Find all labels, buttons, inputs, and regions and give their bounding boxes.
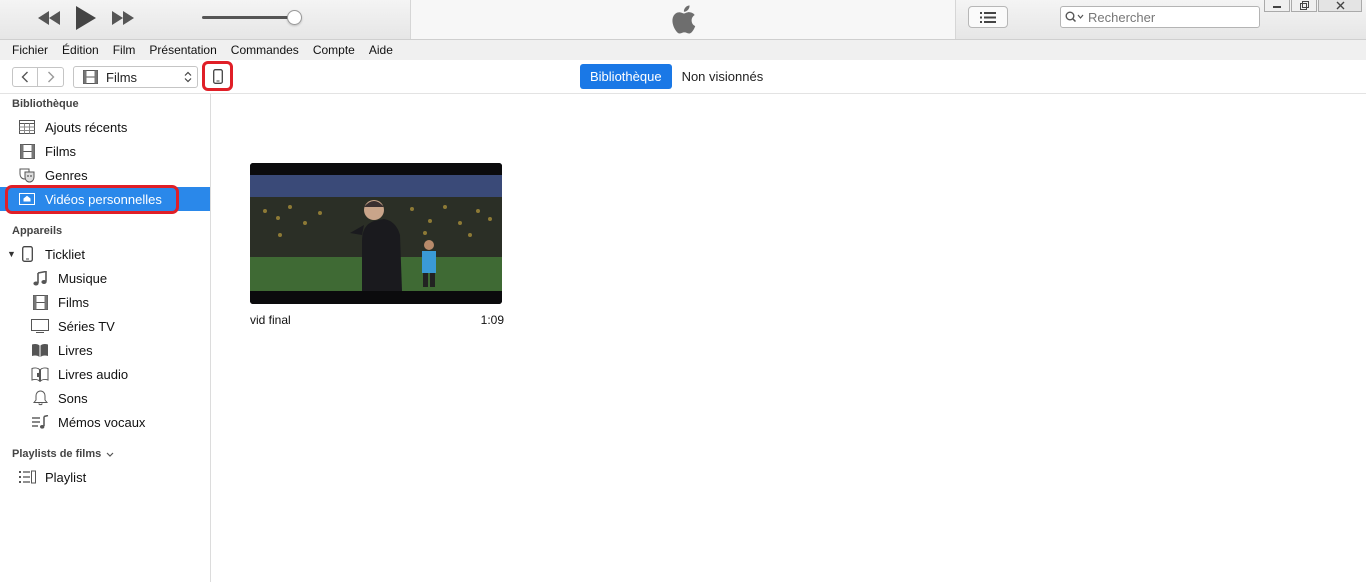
menu-edition[interactable]: Édition bbox=[62, 43, 99, 57]
sidebar-item-device-tv[interactable]: Séries TV bbox=[0, 314, 210, 338]
sidebar-item-label: Sons bbox=[58, 390, 88, 406]
close-button[interactable] bbox=[1318, 0, 1362, 12]
tab-bibliotheque[interactable]: Bibliothèque bbox=[580, 64, 672, 89]
book-icon bbox=[31, 341, 49, 359]
sidebar-item-label: Genres bbox=[45, 167, 88, 183]
section-header-library: Bibliothèque bbox=[12, 98, 79, 110]
tv-icon bbox=[31, 317, 49, 335]
apple-logo-icon bbox=[672, 5, 696, 34]
film-icon bbox=[31, 293, 49, 311]
volume-slider[interactable] bbox=[202, 10, 302, 25]
sidebar-item-recent[interactable]: Ajouts récents bbox=[0, 115, 210, 139]
playlist-icon bbox=[18, 468, 36, 486]
play-button[interactable] bbox=[76, 6, 96, 30]
updown-arrows-icon bbox=[184, 71, 192, 83]
video-title: vid final bbox=[250, 313, 291, 327]
back-button[interactable] bbox=[12, 67, 38, 87]
chevron-left-icon bbox=[21, 71, 28, 83]
media-type-label: Films bbox=[106, 69, 138, 85]
chevron-right-icon bbox=[47, 71, 54, 83]
sidebar-item-label: Livres audio bbox=[58, 366, 129, 382]
menu-commandes[interactable]: Commandes bbox=[231, 43, 299, 57]
window-controls bbox=[1264, 0, 1362, 12]
forward-button[interactable] bbox=[38, 67, 64, 87]
restore-button[interactable] bbox=[1291, 0, 1317, 12]
menu-film[interactable]: Film bbox=[113, 43, 136, 57]
sidebar-item-device-audiobooks[interactable]: Livres audio bbox=[0, 362, 210, 386]
sidebar-item-label: Films bbox=[45, 143, 77, 159]
masks-icon bbox=[18, 166, 36, 184]
close-icon bbox=[1336, 1, 1344, 10]
sidebar-item-label: Playlist bbox=[45, 469, 87, 485]
volume-knob[interactable] bbox=[287, 10, 302, 25]
device-button[interactable] bbox=[202, 61, 233, 91]
sidebar-item-device-books[interactable]: Livres bbox=[0, 338, 210, 362]
player-bar bbox=[0, 0, 1366, 40]
up-next-list-button[interactable] bbox=[968, 6, 1008, 28]
minimize-button[interactable] bbox=[1264, 0, 1290, 12]
sidebar-item-playlist[interactable]: Playlist bbox=[0, 465, 210, 489]
audiobook-icon bbox=[31, 365, 49, 383]
sidebar-item-home-videos[interactable]: Vidéos personnelles bbox=[0, 187, 210, 211]
status-display bbox=[410, 0, 956, 39]
section-header-label: Playlists de films bbox=[12, 448, 102, 460]
sidebar-item-label: Films bbox=[58, 294, 90, 310]
section-header-playlists[interactable]: Playlists de films bbox=[12, 448, 115, 460]
sidebar-item-genres[interactable]: Genres bbox=[0, 163, 210, 187]
music-note-icon bbox=[31, 269, 49, 287]
sidebar-item-label: Mémos vocaux bbox=[58, 414, 146, 430]
bell-icon bbox=[31, 389, 49, 407]
film-icon bbox=[83, 70, 98, 84]
sidebar-item-label: Livres bbox=[58, 342, 93, 358]
video-meta: vid final 1:09 bbox=[250, 313, 504, 327]
menu-compte[interactable]: Compte bbox=[313, 43, 355, 57]
search-input[interactable] bbox=[1088, 9, 1248, 25]
fast-forward-button[interactable] bbox=[112, 11, 134, 25]
sidebar-item-label: Tickliet bbox=[45, 246, 85, 262]
search-box[interactable] bbox=[1060, 6, 1260, 28]
video-thumbnail[interactable] bbox=[250, 163, 502, 304]
sidebar-item-device-voice-memos[interactable]: Mémos vocaux bbox=[0, 410, 210, 434]
voice-memo-icon bbox=[31, 413, 49, 431]
tab-non-visionnes[interactable]: Non visionnés bbox=[672, 64, 774, 89]
sidebar: Bibliothèque Ajouts récents Films Genres… bbox=[0, 94, 211, 582]
sidebar-item-device-music[interactable]: Musique bbox=[0, 266, 210, 290]
chevron-down-icon bbox=[106, 452, 114, 457]
minimize-icon bbox=[1273, 5, 1281, 8]
sidebar-item-device-films[interactable]: Films bbox=[0, 290, 210, 314]
film-icon bbox=[18, 142, 36, 160]
menu-presentation[interactable]: Présentation bbox=[149, 43, 216, 57]
fast-forward-icon bbox=[112, 11, 134, 25]
rewind-icon bbox=[38, 11, 60, 25]
sidebar-item-device[interactable]: Tickliet bbox=[0, 242, 210, 266]
rewind-button[interactable] bbox=[38, 11, 60, 25]
sidebar-item-label: Musique bbox=[58, 270, 108, 286]
menu-fichier[interactable]: Fichier bbox=[12, 43, 48, 57]
search-icon bbox=[1065, 11, 1084, 23]
sidebar-item-films[interactable]: Films bbox=[0, 139, 210, 163]
sidebar-item-label: Séries TV bbox=[58, 318, 115, 334]
transport-controls bbox=[38, 6, 134, 30]
view-tabs: Bibliothèque Non visionnés bbox=[580, 64, 773, 89]
section-header-devices: Appareils bbox=[12, 225, 63, 237]
list-icon bbox=[980, 11, 996, 23]
video-tile[interactable]: vid final 1:09 bbox=[250, 163, 504, 327]
media-type-select[interactable]: Films bbox=[73, 66, 198, 88]
menu-aide[interactable]: Aide bbox=[369, 43, 393, 57]
grid-icon bbox=[18, 118, 36, 136]
home-video-icon bbox=[18, 190, 36, 208]
sidebar-item-label: Vidéos personnelles bbox=[45, 191, 162, 207]
restore-icon bbox=[1300, 1, 1309, 10]
sidebar-item-device-sounds[interactable]: Sons bbox=[0, 386, 210, 410]
main-content: vid final 1:09 bbox=[212, 94, 1366, 582]
menu-bar: Fichier Édition Film Présentation Comman… bbox=[0, 40, 1366, 60]
video-duration: 1:09 bbox=[480, 313, 504, 327]
iphone-icon bbox=[212, 68, 223, 84]
iphone-icon bbox=[18, 245, 36, 263]
toolbar: Films Bibliothèque Non visionnés bbox=[0, 60, 1366, 94]
sidebar-item-label: Ajouts récents bbox=[45, 119, 128, 135]
navigation-buttons bbox=[12, 67, 64, 87]
play-icon bbox=[76, 6, 96, 30]
